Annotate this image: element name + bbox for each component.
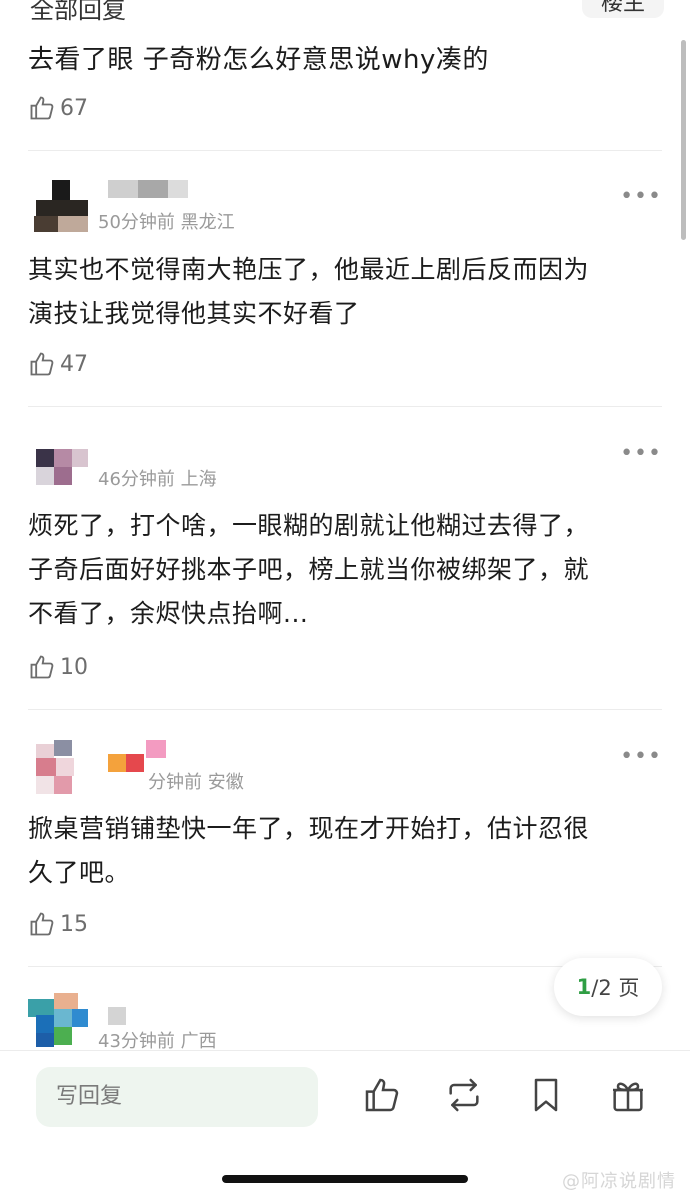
repost-icon <box>449 1078 479 1112</box>
bookmark-icon <box>534 1078 558 1112</box>
thumb-up-icon <box>30 352 54 376</box>
more-icon[interactable]: ••• <box>620 184 662 209</box>
comment-line: 久了吧。 <box>28 858 131 887</box>
like-count: 10 <box>60 654 88 680</box>
comment-text: 烦死了，打个啥，一眼糊的剧就让他糊过去得了， 子奇后面好好挑本子吧，榜上就当你被… <box>28 504 668 636</box>
page-current: 1 <box>576 975 592 999</box>
like-button[interactable]: 15 <box>28 910 88 938</box>
avatar[interactable] <box>28 180 88 240</box>
bottom-action-bar: 写回复 @阿凉说剧情 <box>0 1050 690 1192</box>
top-partial-row: 全部回复 楼主 <box>0 0 690 24</box>
more-icon[interactable]: ••• <box>620 744 662 769</box>
comment-line: 烦死了，打个啥，一眼糊的剧就让他糊过去得了， <box>28 511 590 540</box>
comment-header: 分钟前 安徽 ••• <box>28 740 662 800</box>
comment-line: 掀桌营销铺垫快一年了，现在才开始打，估计忍很 <box>28 814 590 843</box>
page-indicator[interactable]: 1 /2 页 <box>554 958 662 1016</box>
divider <box>28 709 662 710</box>
comment-text: 去看了眼 子奇粉怎么好意思说why凑的 <box>28 45 489 75</box>
comment-line: 子奇后面好好挑本子吧，榜上就当你被绑架了，就 <box>28 555 590 584</box>
like-count: 47 <box>60 351 88 377</box>
comment-meta: 分钟前 安徽 <box>148 772 244 793</box>
like-count: 15 <box>60 911 88 937</box>
reply-input[interactable]: 写回复 <box>36 1067 318 1127</box>
thumb-up-icon <box>30 96 54 120</box>
comment-line: 演技让我觉得他其实不好看了 <box>28 299 360 328</box>
comment-header: 50分钟前 黑龙江 ••• <box>28 180 662 240</box>
page-total: /2 页 <box>591 976 640 1000</box>
thumb-up-icon <box>30 912 54 936</box>
repost-button[interactable] <box>444 1075 484 1115</box>
avatar[interactable] <box>28 740 88 800</box>
divider <box>28 406 662 407</box>
comment-meta: 46分钟前 上海 <box>98 469 217 490</box>
comment-text: 其实也不觉得南大艳压了，他最近上剧后反而因为 演技让我觉得他其实不好看了 <box>28 248 668 336</box>
thumb-up-icon <box>30 655 54 679</box>
divider <box>28 150 662 151</box>
thumb-up-icon <box>365 1078 399 1112</box>
gift-icon <box>613 1082 643 1112</box>
like-button[interactable]: 67 <box>28 94 88 122</box>
comment-line: 其实也不觉得南大艳压了，他最近上剧后反而因为 <box>28 255 590 284</box>
home-indicator <box>222 1175 468 1183</box>
op-only-button[interactable]: 楼主 <box>582 0 664 18</box>
all-replies-label: 全部回复 <box>30 0 126 24</box>
gift-button[interactable] <box>608 1075 648 1115</box>
comment-line: 不看了，余烬快点抬啊... <box>28 599 309 628</box>
avatar[interactable] <box>28 437 88 497</box>
like-post-button[interactable] <box>362 1075 402 1115</box>
like-button[interactable]: 10 <box>28 653 88 681</box>
comment-meta: 50分钟前 黑龙江 <box>98 212 235 233</box>
scrollbar[interactable] <box>681 40 686 240</box>
comment-header: 46分钟前 上海 ••• <box>28 437 662 497</box>
like-button[interactable]: 47 <box>28 350 88 378</box>
comment-text: 掀桌营销铺垫快一年了，现在才开始打，估计忍很 久了吧。 <box>28 807 668 895</box>
more-icon[interactable]: ••• <box>620 441 662 466</box>
avatar[interactable] <box>28 993 88 1053</box>
bookmark-button[interactable] <box>526 1075 566 1115</box>
watermark: @阿凉说剧情 <box>562 1171 676 1192</box>
like-count: 67 <box>60 95 88 121</box>
